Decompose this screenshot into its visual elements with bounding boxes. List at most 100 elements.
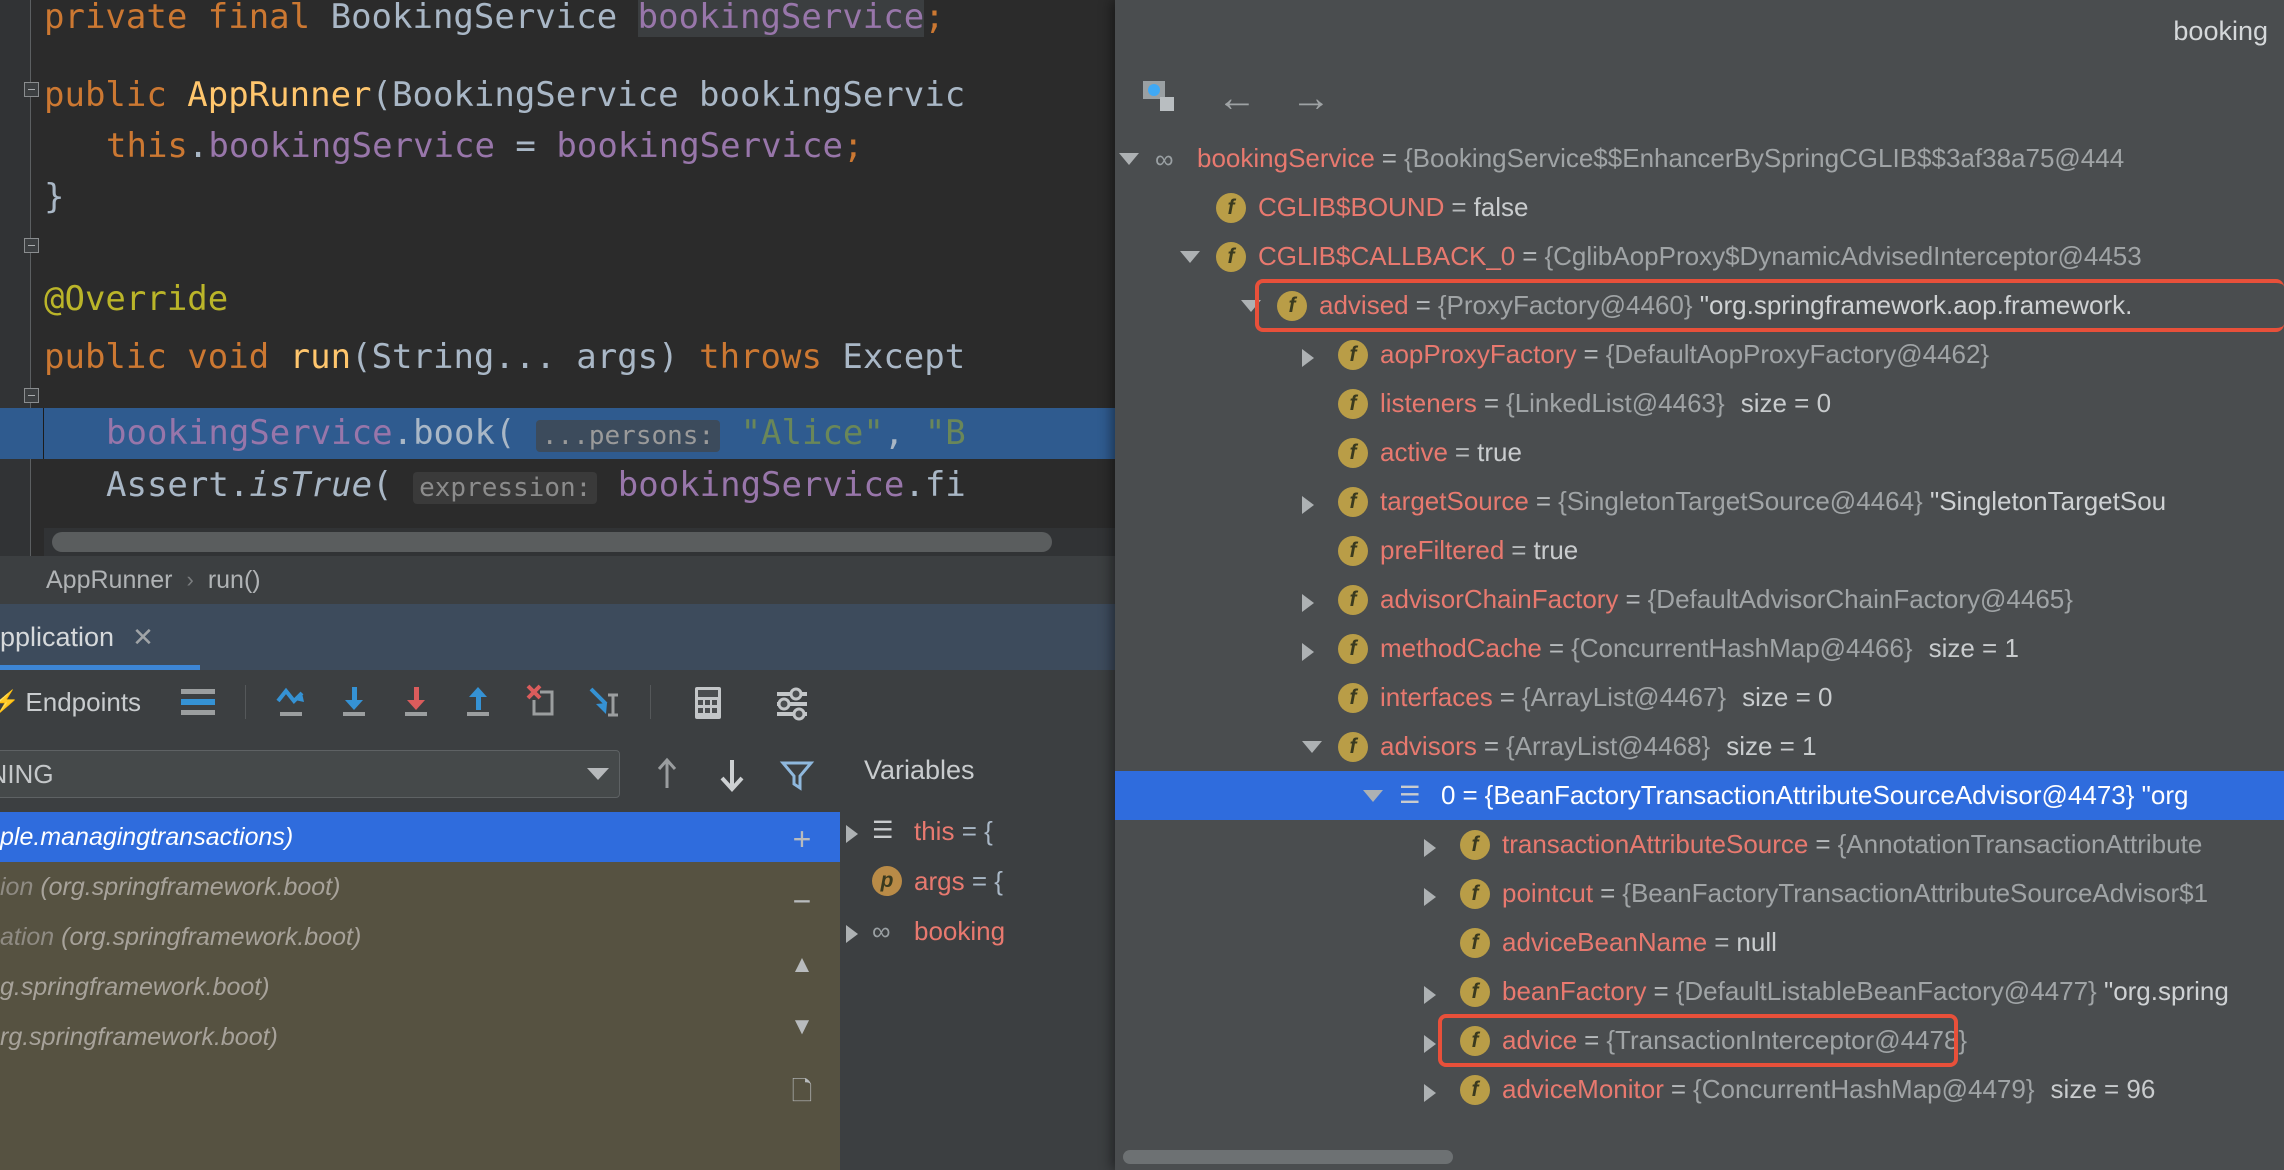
triangle-up-icon[interactable]: ▲ (779, 942, 825, 988)
tree-node-value: {SingletonTargetSource@4464} (1558, 486, 1923, 516)
breadcrumb[interactable]: AppRunner › run() (0, 556, 1115, 604)
filter-icon[interactable] (775, 752, 819, 796)
chevron-right-icon[interactable] (846, 825, 858, 843)
chevron-down-icon[interactable] (1119, 153, 1139, 165)
chevron-right-icon[interactable] (1424, 1035, 1436, 1053)
tree-row[interactable]: f advisorChainFactory = {DefaultAdvisorChai… (1115, 575, 2284, 624)
breadcrumb-method[interactable]: run() (208, 566, 261, 595)
value-inspector-popup[interactable]: booking ← → ∞ bookingService = {BookingServ… (1115, 0, 2284, 1170)
popup-hscrollbar-track[interactable] (1115, 1144, 2284, 1170)
tree-node-name: active (1380, 437, 1448, 467)
tree-row[interactable]: ∞ bookingService = {BookingService$$Enhance… (1115, 134, 2284, 183)
step-out-icon[interactable] (456, 679, 502, 725)
tree-row[interactable]: f advisors = {ArrayList@4468} size = 1 (1115, 722, 2284, 771)
chevron-down-icon[interactable] (1241, 300, 1261, 312)
code-line: @Override (44, 274, 228, 325)
close-icon[interactable]: ✕ (132, 622, 154, 653)
editor-hscrollbar-track[interactable] (44, 528, 1115, 556)
popup-toolbar[interactable]: ← → (1115, 62, 2284, 134)
run-to-cursor-icon[interactable] (580, 679, 626, 725)
tree-row-text: CGLIB$BOUND = false (1258, 192, 1529, 222)
editor-hscrollbar-thumb[interactable] (52, 532, 1052, 552)
arrow-left-icon[interactable]: ← (1217, 78, 1257, 118)
tree-row[interactable]: f preFiltered = true (1115, 526, 2284, 575)
frames-pane[interactable]: UNNING pl (0, 734, 840, 1170)
fold-collapse-icon[interactable] (24, 388, 39, 403)
settings-icon[interactable] (769, 679, 815, 725)
triangle-down-icon[interactable]: ▼ (779, 1004, 825, 1050)
frame-row[interactable]: ion (org.springframework.boot) (0, 862, 840, 912)
code-text-area[interactable]: private final BookingService bookingServ… (44, 0, 1115, 580)
fold-collapse-icon[interactable] (24, 238, 39, 253)
frame-text: ation (0, 923, 62, 951)
chevron-right-icon[interactable] (1302, 496, 1314, 514)
step-into-icon[interactable] (332, 679, 378, 725)
tab-application[interactable]: pplication ✕ (0, 604, 170, 670)
tree-row[interactable]: f CGLIB$CALLBACK_0 = {CglibAopProxy$Dynamic… (1115, 232, 2284, 281)
tree-row[interactable]: f listeners = {LinkedList@4463} size = 0 (1115, 379, 2284, 428)
chevron-down-icon[interactable] (1363, 790, 1383, 802)
tree-row[interactable]: f methodCache = {ConcurrentHashMap@4466} siz… (1115, 624, 2284, 673)
frame-row[interactable]: rg.springframework.boot) (0, 1012, 840, 1062)
copy-icon[interactable]: 🗋 (779, 1068, 825, 1114)
fold-collapse-icon[interactable] (24, 82, 39, 97)
chevron-right-icon[interactable] (1424, 986, 1436, 1004)
object-tree[interactable]: ∞ bookingService = {BookingService$$Enhance… (1115, 134, 2284, 1134)
tree-row[interactable]: f aopProxyFactory = {DefaultAopProxyFactory… (1115, 330, 2284, 379)
code-editor[interactable]: private final BookingService bookingServ… (0, 0, 1115, 580)
variables-row[interactable]: ∞ booking (840, 906, 1115, 956)
plus-icon[interactable]: + (779, 816, 825, 862)
tree-row[interactable]: f interfaces = {ArrayList@4467} size = 0 (1115, 673, 2284, 722)
chevron-down-icon[interactable] (587, 768, 609, 780)
tree-row[interactable]: f adviceMonitor = {ConcurrentHashMap@4479} s… (1115, 1065, 2284, 1114)
step-over-icon[interactable] (270, 679, 316, 725)
evaluate-expression-icon[interactable] (685, 679, 731, 725)
chevron-right-icon[interactable] (1424, 888, 1436, 906)
tree-row[interactable]: f adviceBeanName = null (1115, 918, 2284, 967)
tree-row[interactable]: f advised = {ProxyFactory@4460} "org.spring… (1115, 281, 2284, 330)
breadcrumb-class[interactable]: AppRunner (46, 566, 172, 595)
force-step-into-icon[interactable] (394, 679, 440, 725)
thread-selector[interactable]: UNNING (0, 750, 620, 798)
drop-frame-icon[interactable] (518, 679, 564, 725)
tree-node-equals: = (1815, 829, 1831, 859)
frame-row[interactable]: g.springframework.boot) (0, 962, 840, 1012)
tree-row[interactable]: f targetSource = {SingletonTargetSource@446… (1115, 477, 2284, 526)
frames-icon[interactable] (175, 679, 221, 725)
chevron-right-icon[interactable] (1302, 349, 1314, 367)
debug-toolwindow-tabs[interactable]: pplication ✕ (0, 604, 1115, 670)
variables-row[interactable]: p args = { (840, 856, 1115, 906)
frame-row[interactable]: ation (org.springframework.boot) (0, 912, 840, 962)
tree-row[interactable]: f transactionAttributeSource = {AnnotationT… (1115, 820, 2284, 869)
tree-row[interactable]: ☰ 0 = {BeanFactoryTransactionAttributeSourc… (1115, 771, 2284, 820)
debug-toolbar[interactable]: ⚡ Endpoints (0, 670, 1115, 734)
arrow-down-icon[interactable] (710, 752, 754, 796)
variables-row[interactable]: ☰ this = { (840, 806, 1115, 856)
chevron-down-icon[interactable] (1302, 741, 1322, 753)
tree-row[interactable]: f advice = {TransactionInterceptor@4478} (1115, 1016, 2284, 1065)
endpoints-label[interactable]: Endpoints (25, 687, 141, 718)
arrow-up-icon[interactable] (645, 752, 689, 796)
token-keyword: final (207, 0, 331, 37)
tree-row[interactable]: f active = true (1115, 428, 2284, 477)
chevron-right-icon[interactable] (1302, 643, 1314, 661)
arrow-right-icon[interactable]: → (1291, 78, 1331, 118)
frames-list[interactable]: ple.managingtransactions) ion (org.sprin… (0, 812, 840, 1170)
chevron-right-icon[interactable] (846, 925, 858, 943)
chevron-down-icon[interactable] (1180, 251, 1200, 263)
chevron-right-icon[interactable] (1424, 1084, 1436, 1102)
tree-row[interactable]: f CGLIB$BOUND = false (1115, 183, 2284, 232)
variables-pane[interactable]: Variables + − ▲ ▼ 🗋 ☰ this = { p args = … (790, 734, 1115, 1170)
tree-row[interactable]: f pointcut = {BeanFactoryTransactionAttribu… (1115, 869, 2284, 918)
chevron-right-icon[interactable] (1302, 594, 1314, 612)
popup-hscrollbar-thumb[interactable] (1123, 1150, 1453, 1164)
minus-icon[interactable]: − (779, 878, 825, 924)
tree-row[interactable]: f beanFactory = {DefaultListableBeanFactory… (1115, 967, 2284, 1016)
chevron-right-icon[interactable] (1424, 839, 1436, 857)
variables-sidebar-buttons[interactable]: + − ▲ ▼ 🗋 (765, 806, 837, 1170)
token-punct: . (392, 413, 414, 453)
inspect-icon[interactable] (1137, 73, 1183, 124)
variables-tree[interactable]: ☰ this = { p args = { ∞ booking (840, 806, 1115, 1170)
frame-row[interactable]: ple.managingtransactions) (0, 812, 840, 862)
code-folding-strip[interactable] (20, 0, 42, 580)
